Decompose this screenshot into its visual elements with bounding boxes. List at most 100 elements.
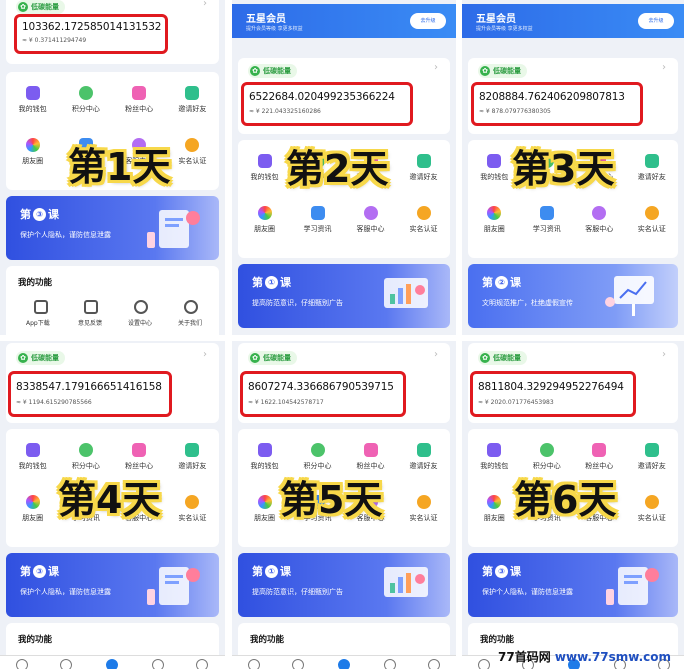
feedback-icon[interactable]	[84, 300, 98, 314]
balance-card: ✿ 低碳能量 › 8811804.329294952276494 ≈ ¥ 202…	[468, 343, 678, 423]
menu-study[interactable]: 学习资讯	[521, 202, 574, 248]
watermark-site: www.77smw.com	[554, 650, 672, 664]
menu-verify[interactable]: 实名认证	[626, 491, 679, 537]
menu-moments[interactable]: 朋友圈	[6, 491, 59, 537]
menu-wallet[interactable]: 我的钱包	[6, 82, 59, 128]
upgrade-button[interactable]: 去升级	[638, 13, 674, 29]
menu-verify[interactable]: 实名认证	[166, 134, 219, 180]
menu-invite[interactable]: 邀请好友	[626, 150, 679, 196]
cny-value: ≈ ¥ 1622.104542578717	[248, 399, 324, 406]
badge-icon	[644, 206, 659, 220]
aperture-icon	[257, 495, 272, 509]
eco-chip[interactable]: ✿ 低碳能量	[478, 351, 527, 365]
menu-verify[interactable]: 实名认证	[397, 202, 450, 248]
lesson-banner[interactable]: 第③课 保护个人隐私，谨防信息泄露	[468, 553, 678, 617]
security-illustration-icon	[147, 567, 200, 605]
download-icon[interactable]	[34, 300, 48, 314]
menu-verify[interactable]: 实名认证	[397, 491, 450, 537]
menu-invite[interactable]: 邀请好友	[626, 439, 679, 485]
vip-subtitle: 提升会员等级 享更多权益	[246, 26, 303, 32]
menu-wallet[interactable]: 我的钱包	[468, 439, 521, 485]
home-tab-icon[interactable]	[478, 659, 490, 669]
eco-chip[interactable]: ✿ 低碳能量	[248, 64, 297, 78]
discover-tab-icon[interactable]	[60, 659, 72, 669]
lesson-banner[interactable]: 第①课 提高防范意识，仔细甄别广告	[238, 553, 450, 617]
chevron-right-icon[interactable]: ›	[203, 0, 207, 9]
discover-tab-icon[interactable]	[292, 659, 304, 669]
menu-invite[interactable]: 邀请好友	[166, 82, 219, 128]
menu-wallet[interactable]: 我的钱包	[6, 439, 59, 485]
menu-service[interactable]: 客服中心	[573, 202, 626, 248]
site-watermark: 77首码网 www.77smw.com	[498, 648, 671, 665]
menu-service[interactable]: 客服中心	[344, 202, 397, 248]
home-tab-icon[interactable]	[16, 659, 28, 669]
home-tab-icon[interactable]	[248, 659, 260, 669]
menu-fans[interactable]: 粉丝中心	[113, 82, 166, 128]
panel-day-3: 五星会员 提升会员等级 享更多权益 去升级 ✿ 低碳能量 › 8208884.7…	[462, 0, 684, 335]
menu-points[interactable]: 积分中心	[59, 82, 112, 128]
news-icon	[539, 206, 554, 220]
my-functions-title: 我的功能	[250, 635, 285, 645]
eco-chip[interactable]: ✿ 低碳能量	[248, 351, 297, 365]
share-icon	[644, 154, 659, 168]
my-functions-card: 我的功能 App下载 意见反馈 设置中心 关于我们	[6, 266, 219, 335]
vip-banner[interactable]: 五星会员 提升会员等级 享更多权益 去升级	[462, 4, 684, 38]
function-download[interactable]: App下载	[26, 318, 50, 327]
upgrade-button[interactable]: 去升级	[410, 13, 446, 29]
lesson-banner[interactable]: 第③课 保护个人隐私，谨防信息泄露	[6, 553, 219, 617]
function-about[interactable]: 关于我们	[178, 318, 202, 327]
function-feedback[interactable]: 意见反馈	[78, 318, 102, 327]
balance-card: ✿ 低碳能量 › 8607274.336686790539715 ≈ ¥ 162…	[238, 343, 450, 423]
chevron-right-icon[interactable]: ›	[434, 349, 438, 360]
vip-banner[interactable]: 五星会员 提升会员等级 享更多权益 去升级	[232, 4, 456, 38]
menu-moments[interactable]: 朋友圈	[468, 202, 521, 248]
badge-icon	[185, 495, 200, 509]
balance-card: ✿ 低碳能量 › 6522684.020499235366224 ≈ ¥ 221…	[238, 58, 450, 134]
settings-icon[interactable]	[134, 300, 148, 314]
menu-moments[interactable]: 朋友圈	[238, 202, 291, 248]
function-settings[interactable]: 设置中心	[128, 318, 152, 327]
energy-tab-icon[interactable]	[338, 659, 350, 669]
eco-chip[interactable]: ✿ 低碳能量	[16, 0, 65, 14]
energy-amount: 103362.172585014131532	[22, 21, 162, 33]
lesson-text: 保护个人隐私，谨防信息泄露	[482, 588, 573, 596]
menu-invite[interactable]: 邀请好友	[397, 439, 450, 485]
menu-wallet[interactable]: 我的钱包	[238, 150, 291, 196]
menu-invite[interactable]: 邀请好友	[166, 439, 219, 485]
menu-moments[interactable]: 朋友圈	[468, 491, 521, 537]
lesson-banner[interactable]: 第①课 提高防范意识，仔细甄别广告	[238, 264, 450, 328]
lesson-banner[interactable]: 第③课 保护个人隐私，谨防信息泄露	[6, 196, 219, 260]
day-overlay: 第6天	[514, 478, 617, 522]
my-functions-title: 我的功能	[18, 635, 53, 645]
badge-icon	[644, 495, 659, 509]
balance-highlight: 6522684.020499235366224 ≈ ¥ 221.04332516…	[241, 82, 413, 126]
lesson-banner[interactable]: 第②课 文明规范推广，杜绝虚假宣传	[468, 264, 678, 328]
energy-amount: 8208884.762406209807813	[479, 91, 625, 103]
menu-moments[interactable]: 朋友圈	[6, 134, 59, 180]
menu-study[interactable]: 学习资讯	[291, 202, 344, 248]
menu-invite[interactable]: 邀请好友	[397, 150, 450, 196]
energy-tab-icon[interactable]	[106, 659, 118, 669]
balance-highlight: 8208884.762406209807813 ≈ ¥ 878.07977638…	[471, 82, 643, 126]
day-overlay: 第1天	[68, 145, 171, 189]
menu-verify[interactable]: 实名认证	[626, 202, 679, 248]
profile-tab-icon[interactable]	[428, 659, 440, 669]
leaf-icon: ✿	[18, 2, 28, 12]
chevron-right-icon[interactable]: ›	[662, 62, 666, 73]
profile-tab-icon[interactable]	[196, 659, 208, 669]
eco-chip[interactable]: ✿ 低碳能量	[478, 64, 527, 78]
menu-verify[interactable]: 实名认证	[166, 491, 219, 537]
about-icon[interactable]	[184, 300, 198, 314]
video-tab-icon[interactable]	[152, 659, 164, 669]
wallet-icon	[487, 154, 502, 168]
panel-day-6: ✿ 低碳能量 › 8811804.329294952276494 ≈ ¥ 202…	[462, 341, 684, 669]
balance-highlight: 103362.172585014131532 ≈ ¥ 0.37141129474…	[14, 14, 168, 54]
video-tab-icon[interactable]	[384, 659, 396, 669]
chevron-right-icon[interactable]: ›	[434, 62, 438, 73]
chevron-right-icon[interactable]: ›	[662, 349, 666, 360]
eco-chip[interactable]: ✿ 低碳能量	[16, 351, 65, 365]
balance-card: ✿ 低碳能量 › 8208884.762406209807813 ≈ ¥ 878…	[468, 58, 678, 134]
chevron-right-icon[interactable]: ›	[203, 349, 207, 360]
energy-amount: 8607274.336686790539715	[248, 381, 394, 393]
service-icon	[363, 206, 378, 220]
